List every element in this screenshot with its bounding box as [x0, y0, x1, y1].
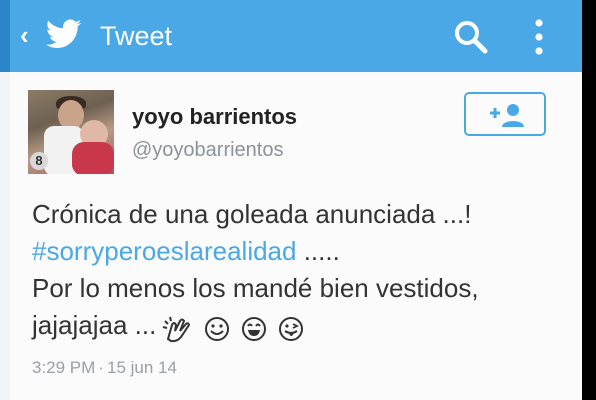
- tweet-text: Crónica de una goleada anunciada ...! #s…: [32, 196, 572, 346]
- user-handle[interactable]: @yoyobarrientos: [132, 138, 283, 162]
- clapping-hands-icon: [163, 316, 191, 342]
- tweet-line-3: Por lo menos los mandé bien vestidos,: [32, 273, 479, 303]
- search-icon[interactable]: [452, 18, 490, 56]
- tweet-line-4-text: jajajajaa ...: [32, 310, 157, 340]
- hashtag-link[interactable]: #sorryperoeslarealidad: [32, 236, 296, 266]
- app-bar: ‹ Tweet: [0, 0, 582, 72]
- tweet-screen: ‹ Tweet 8 yoyo barrientos @yoyobarriento…: [0, 0, 582, 400]
- tweet-date: 15 jun 14: [106, 358, 177, 377]
- tweet-time: 3:29 PM: [32, 358, 96, 377]
- tweet-line-2: #sorryperoeslarealidad .....: [32, 233, 572, 270]
- tweet-line-1: Crónica de una goleada anunciada ...!: [32, 199, 472, 229]
- avatar-child-body: [72, 142, 114, 174]
- tongue-face-icon: [279, 316, 304, 341]
- screen-border: [582, 0, 596, 400]
- follow-button[interactable]: [464, 92, 546, 136]
- chevron-left-icon[interactable]: ‹: [20, 22, 29, 48]
- avatar[interactable]: 8: [28, 90, 114, 174]
- follow-user-icon: [490, 104, 524, 127]
- display-name[interactable]: yoyo barrientos: [132, 104, 297, 130]
- tweet-line-2-suffix: .....: [296, 236, 340, 266]
- page-title: Tweet: [100, 21, 173, 51]
- avatar-badge: 8: [30, 152, 48, 170]
- timestamp-separator: ·: [98, 358, 104, 377]
- emoji-row: [162, 309, 308, 346]
- twitter-bird-icon[interactable]: [44, 16, 84, 52]
- grinning-face-icon: [241, 316, 266, 341]
- overflow-menu-icon[interactable]: [528, 16, 550, 58]
- smiling-face-icon: [204, 316, 229, 341]
- app-bar-edge: [0, 0, 10, 72]
- tweet-line-4: jajajajaa ...: [32, 307, 572, 346]
- tweet-timestamp: 3:29 PM · 15 jun 14: [32, 358, 177, 378]
